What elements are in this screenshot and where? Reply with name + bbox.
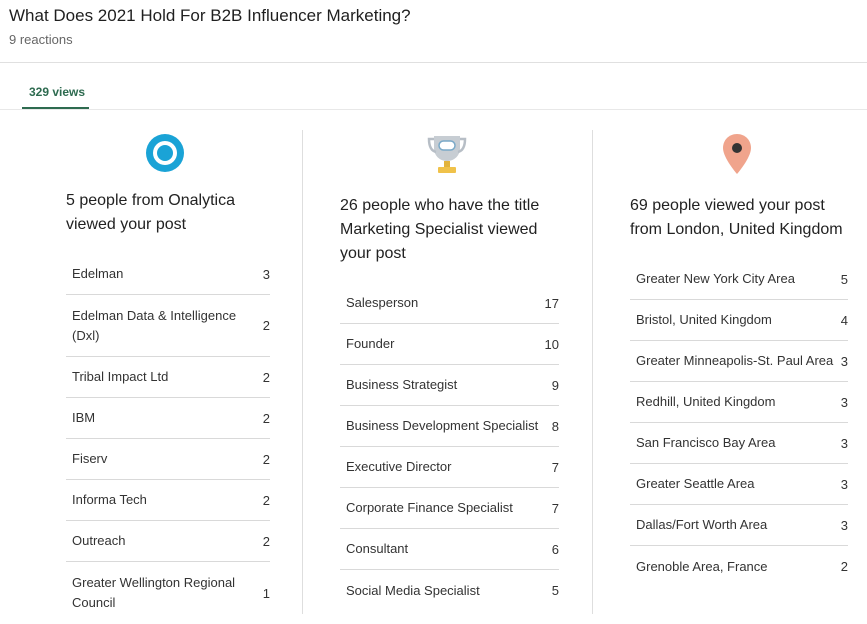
item-count: 2 — [840, 559, 848, 574]
item-count: 6 — [551, 541, 559, 557]
list-item[interactable]: Social Media Specialist 5 — [340, 570, 559, 611]
item-count: 2 — [262, 451, 270, 467]
list-item[interactable]: Business Strategist 9 — [340, 365, 559, 406]
item-count: 5 — [551, 583, 559, 598]
location-column: 69 people viewed your post from London, … — [593, 110, 867, 614]
item-count: 1 — [262, 585, 270, 601]
item-count: 2 — [262, 369, 270, 385]
list-item[interactable]: Bristol, United Kingdom 4 — [630, 300, 848, 341]
item-count: 3 — [262, 266, 270, 282]
item-label: Outreach — [72, 533, 126, 548]
trophy-icon — [426, 132, 468, 181]
item-label: Founder — [346, 336, 395, 351]
list-item[interactable]: San Francisco Bay Area 3 — [630, 423, 848, 464]
divider — [0, 62, 867, 63]
item-label: Edelman Data & Intelligence (Dxl) — [72, 307, 237, 343]
item-count: 2 — [262, 492, 270, 508]
company-heading: 5 people from Onalytica viewed your post — [66, 189, 286, 237]
circle-ring-icon — [145, 133, 185, 178]
item-count: 7 — [551, 459, 559, 475]
item-label: Informa Tech — [72, 492, 147, 507]
item-count: 9 — [551, 377, 559, 393]
list-item[interactable]: Tribal Impact Ltd 2 — [66, 357, 270, 398]
list-item[interactable]: Edelman 3 — [66, 254, 270, 295]
list-item[interactable]: Business Development Specialist 8 — [340, 406, 559, 447]
item-label: Greater Wellington Regional Council — [72, 575, 236, 610]
item-count: 3 — [840, 517, 848, 533]
list-item[interactable]: Salesperson 17 — [340, 283, 559, 324]
list-item[interactable]: Greater New York City Area 5 — [630, 259, 848, 300]
post-title: What Does 2021 Hold For B2B Influencer M… — [9, 6, 411, 25]
list-item[interactable]: Informa Tech 2 — [66, 480, 270, 521]
location-pin-icon — [721, 132, 753, 181]
item-count: 4 — [840, 312, 848, 328]
heading-line: 5 people from Onalytica — [66, 192, 235, 209]
list-item[interactable]: Edelman Data & Intelligence (Dxl) 2 — [66, 295, 270, 357]
item-label: Grenoble Area, France — [636, 558, 768, 574]
item-label: Bristol, United Kingdom — [636, 312, 772, 327]
item-label: Dallas/Fort Worth Area — [636, 517, 768, 532]
heading-line: 26 people who have the title — [340, 197, 540, 214]
item-label: Redhill, United Kingdom — [636, 394, 776, 409]
item-label: Social Media Specialist — [346, 582, 480, 598]
tab-views[interactable]: 329 views — [29, 85, 85, 99]
list-item[interactable]: Greater Wellington Regional Council 1 — [66, 562, 270, 624]
heading-line: 69 people viewed your post — [630, 197, 825, 214]
list-item[interactable]: Grenoble Area, France 2 — [630, 546, 848, 587]
company-list: Edelman 3 Edelman Data & Intelligence (Dx… — [66, 254, 270, 624]
item-label: Tribal Impact Ltd — [72, 369, 169, 384]
list-item[interactable]: IBM 2 — [66, 398, 270, 439]
item-count: 3 — [840, 394, 848, 410]
list-item[interactable]: Redhill, United Kingdom 3 — [630, 382, 848, 423]
heading-line: your post — [340, 245, 406, 262]
item-count: 2 — [262, 410, 270, 426]
list-item[interactable]: Founder 10 — [340, 324, 559, 365]
item-count: 3 — [840, 353, 848, 369]
list-item[interactable]: Fiserv 2 — [66, 439, 270, 480]
list-item[interactable]: Executive Director 7 — [340, 447, 559, 488]
list-item[interactable]: Consultant 6 — [340, 529, 559, 570]
item-label: Fiserv — [72, 451, 108, 466]
item-count: 3 — [840, 435, 848, 451]
item-count: 7 — [551, 500, 559, 516]
reactions-count[interactable]: 9 reactions — [9, 32, 73, 47]
item-label: Greater Seattle Area — [636, 476, 755, 491]
item-count: 10 — [544, 336, 559, 352]
item-label: Greater New York City Area — [636, 271, 795, 286]
item-label: Greater Minneapolis-St. Paul Area — [636, 353, 834, 368]
list-item[interactable]: Outreach 2 — [66, 521, 270, 562]
heading-line: from London, United Kingdom — [630, 221, 843, 238]
item-count: 2 — [262, 318, 270, 333]
list-item[interactable]: Corporate Finance Specialist 7 — [340, 488, 559, 529]
title-column: 26 people who have the title Marketing S… — [303, 110, 592, 614]
heading-line: viewed your post — [66, 216, 187, 233]
item-count: 17 — [544, 295, 559, 311]
location-heading: 69 people viewed your post from London, … — [630, 194, 864, 242]
list-item[interactable]: Greater Minneapolis-St. Paul Area 3 — [630, 341, 848, 382]
heading-line: Marketing Specialist viewed — [340, 221, 538, 238]
company-column: 5 people from Onalytica viewed your post… — [0, 110, 302, 614]
item-label: Salesperson — [346, 295, 419, 310]
item-label: San Francisco Bay Area — [636, 435, 776, 450]
item-label: Business Development Specialist — [346, 418, 539, 433]
list-item[interactable]: Greater Seattle Area 3 — [630, 464, 848, 505]
item-label: Corporate Finance Specialist — [346, 500, 513, 515]
item-label: IBM — [72, 410, 96, 425]
item-label: Consultant — [346, 541, 409, 556]
title-list: Salesperson 17 Founder 10 Business Strateg… — [340, 283, 559, 611]
item-count: 5 — [840, 271, 848, 287]
item-count: 8 — [551, 418, 559, 434]
item-label: Edelman — [72, 266, 124, 281]
title-heading: 26 people who have the title Marketing S… — [340, 194, 580, 266]
item-count: 2 — [262, 533, 270, 549]
location-list: Greater New York City Area 5 Bristol, Uni… — [630, 259, 848, 587]
item-label: Business Strategist — [346, 377, 458, 392]
item-count: 3 — [840, 476, 848, 492]
list-item[interactable]: Dallas/Fort Worth Area 3 — [630, 505, 848, 546]
item-label: Executive Director — [346, 459, 452, 474]
